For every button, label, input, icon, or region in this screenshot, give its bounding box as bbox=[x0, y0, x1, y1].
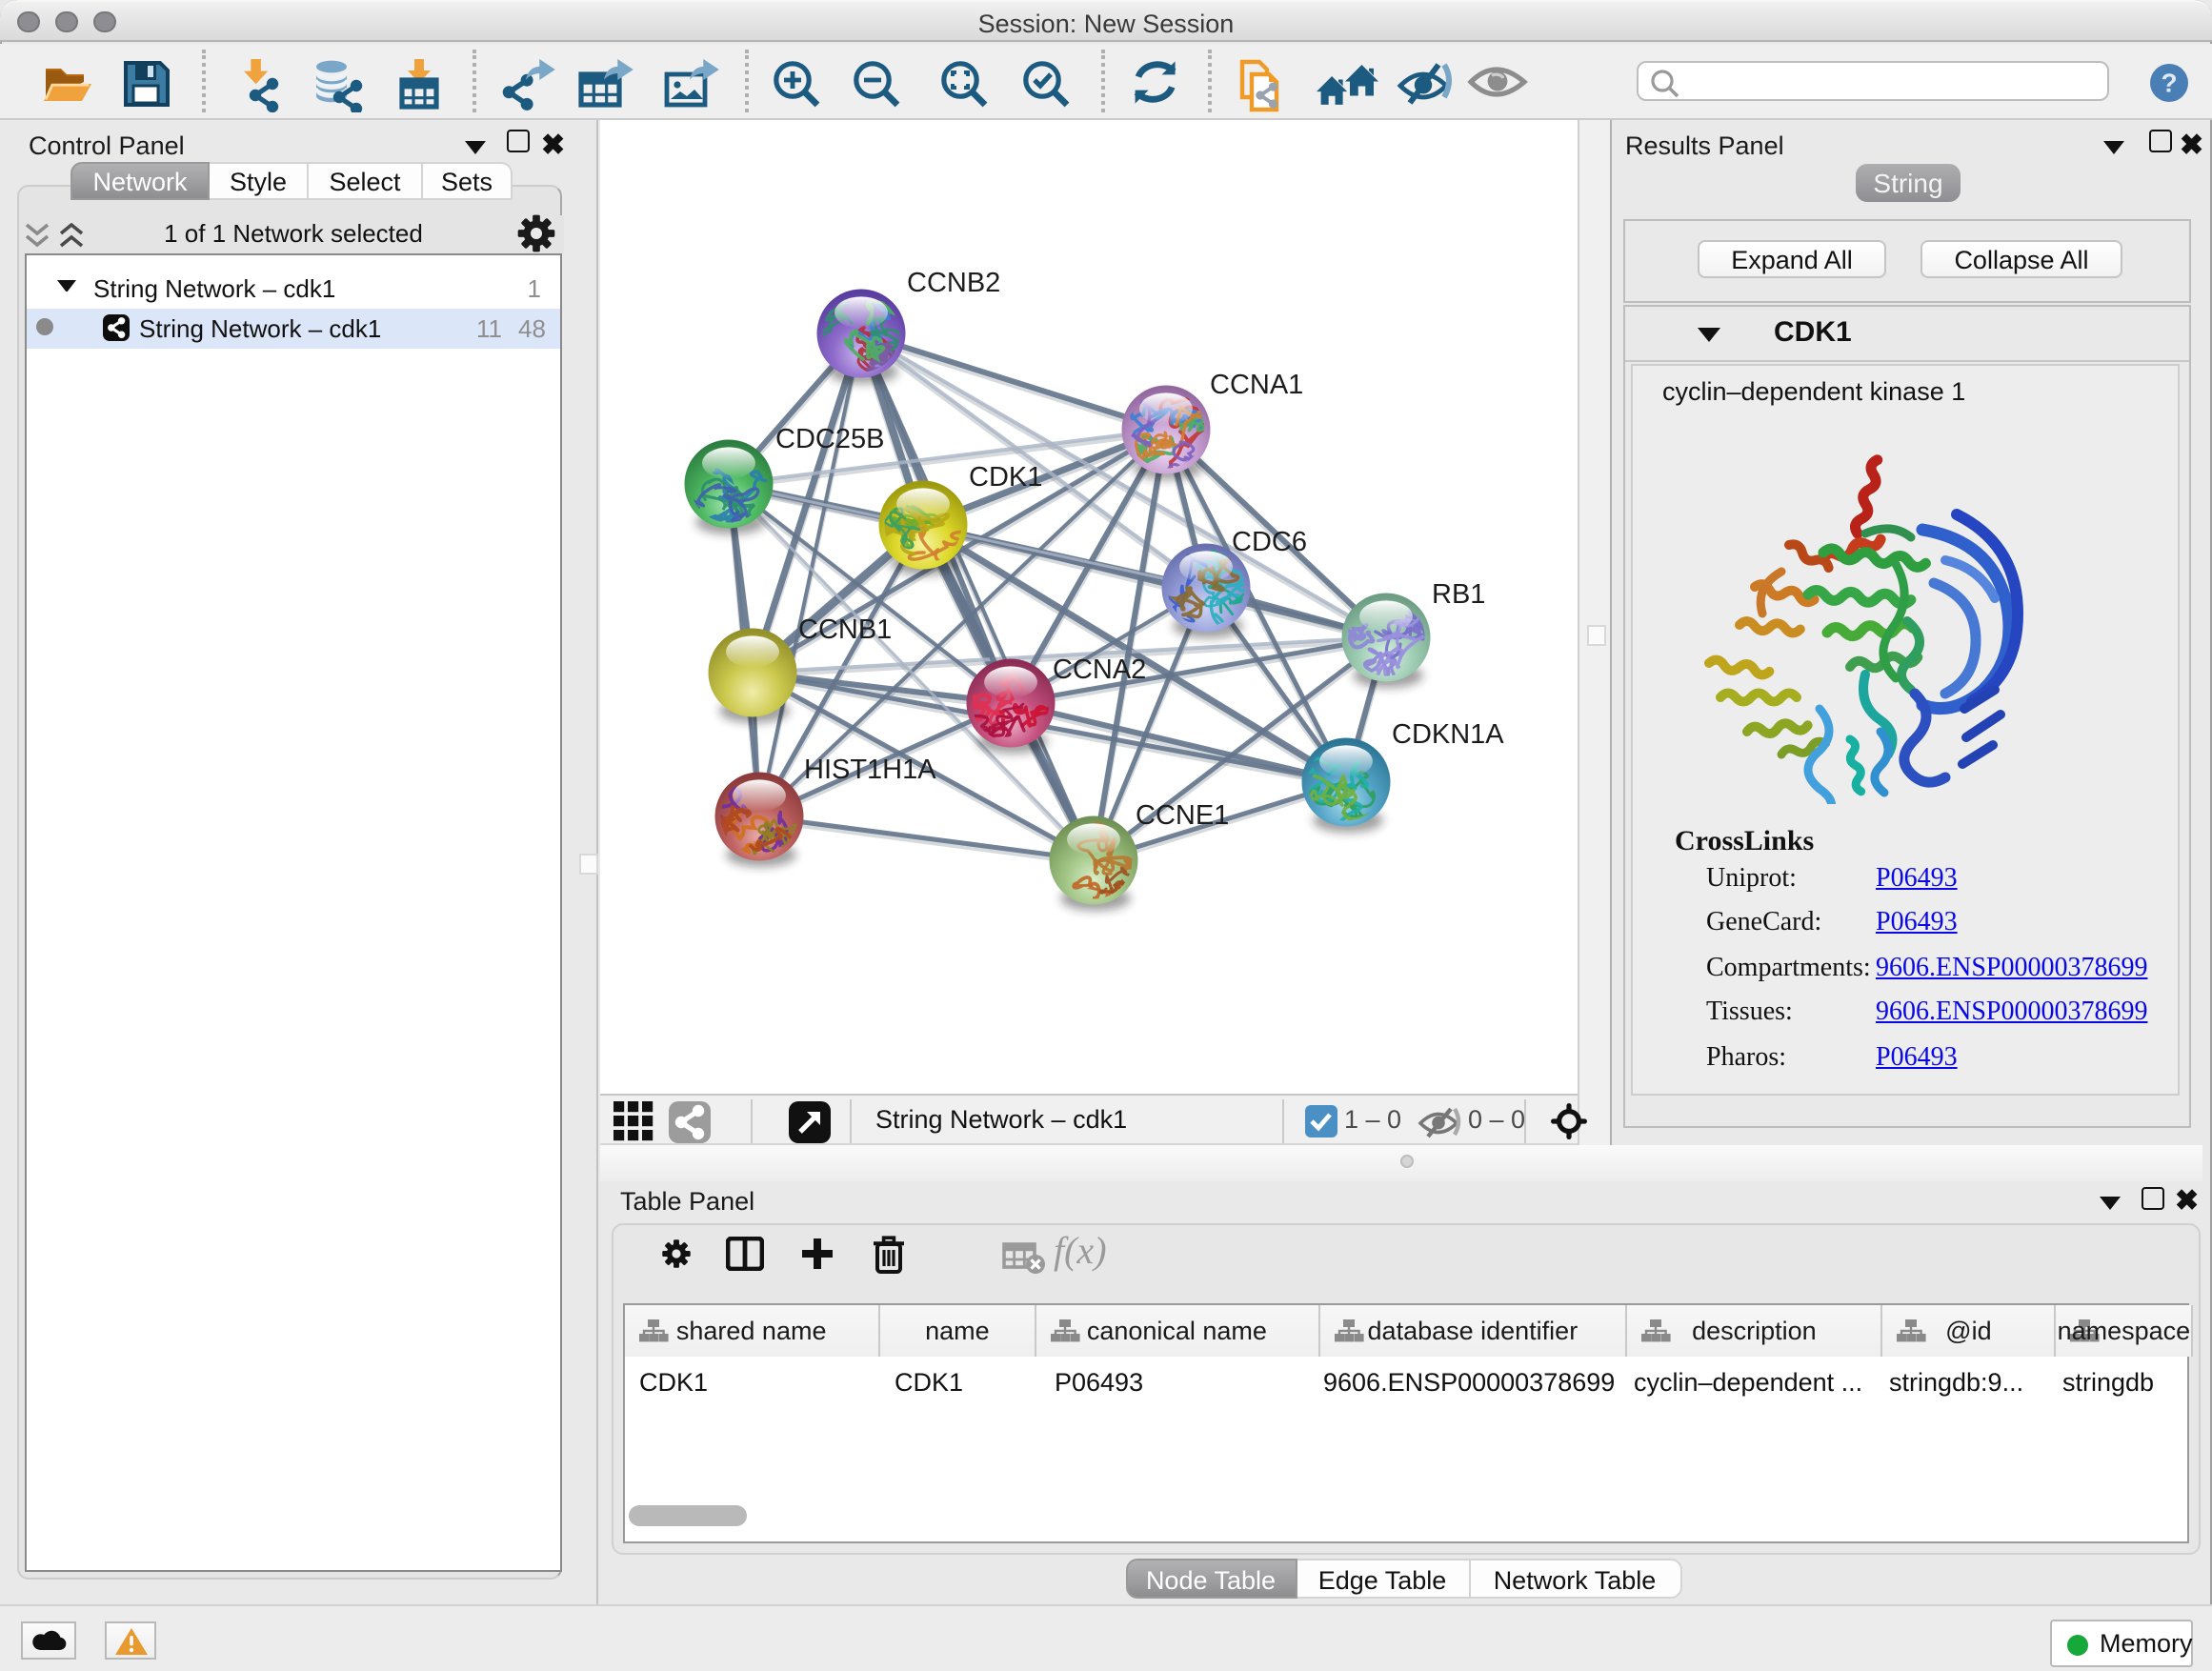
svg-text:CDC6: CDC6 bbox=[1231, 526, 1306, 556]
svg-text:CCNB2: CCNB2 bbox=[906, 267, 999, 297]
svg-text:CCNB1: CCNB1 bbox=[797, 614, 891, 644]
svg-text:CCNA1: CCNA1 bbox=[1209, 369, 1302, 399]
svg-text:HIST1H1A: HIST1H1A bbox=[803, 754, 935, 784]
svg-text:CDC25B: CDC25B bbox=[774, 423, 883, 453]
svg-text:CCNE1: CCNE1 bbox=[1135, 799, 1228, 830]
svg-text:CCNA2: CCNA2 bbox=[1052, 654, 1145, 684]
svg-text:CDKN1A: CDKN1A bbox=[1391, 718, 1503, 749]
svg-text:CDK1: CDK1 bbox=[968, 461, 1041, 492]
svg-text:?: ? bbox=[2161, 67, 2177, 96]
svg-text:RB1: RB1 bbox=[1431, 578, 1484, 609]
